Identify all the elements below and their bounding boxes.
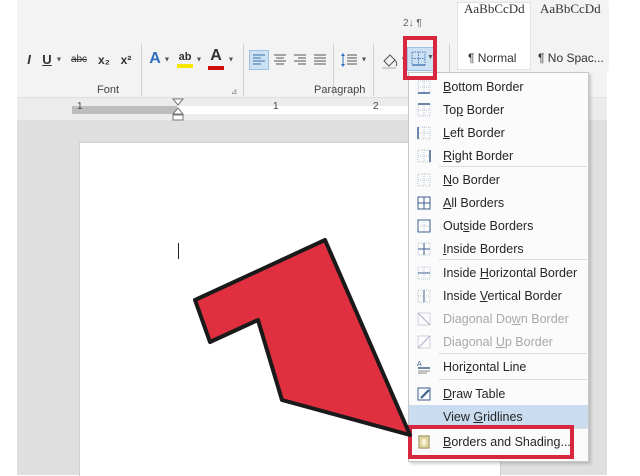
pointer-arrow <box>193 238 412 437</box>
